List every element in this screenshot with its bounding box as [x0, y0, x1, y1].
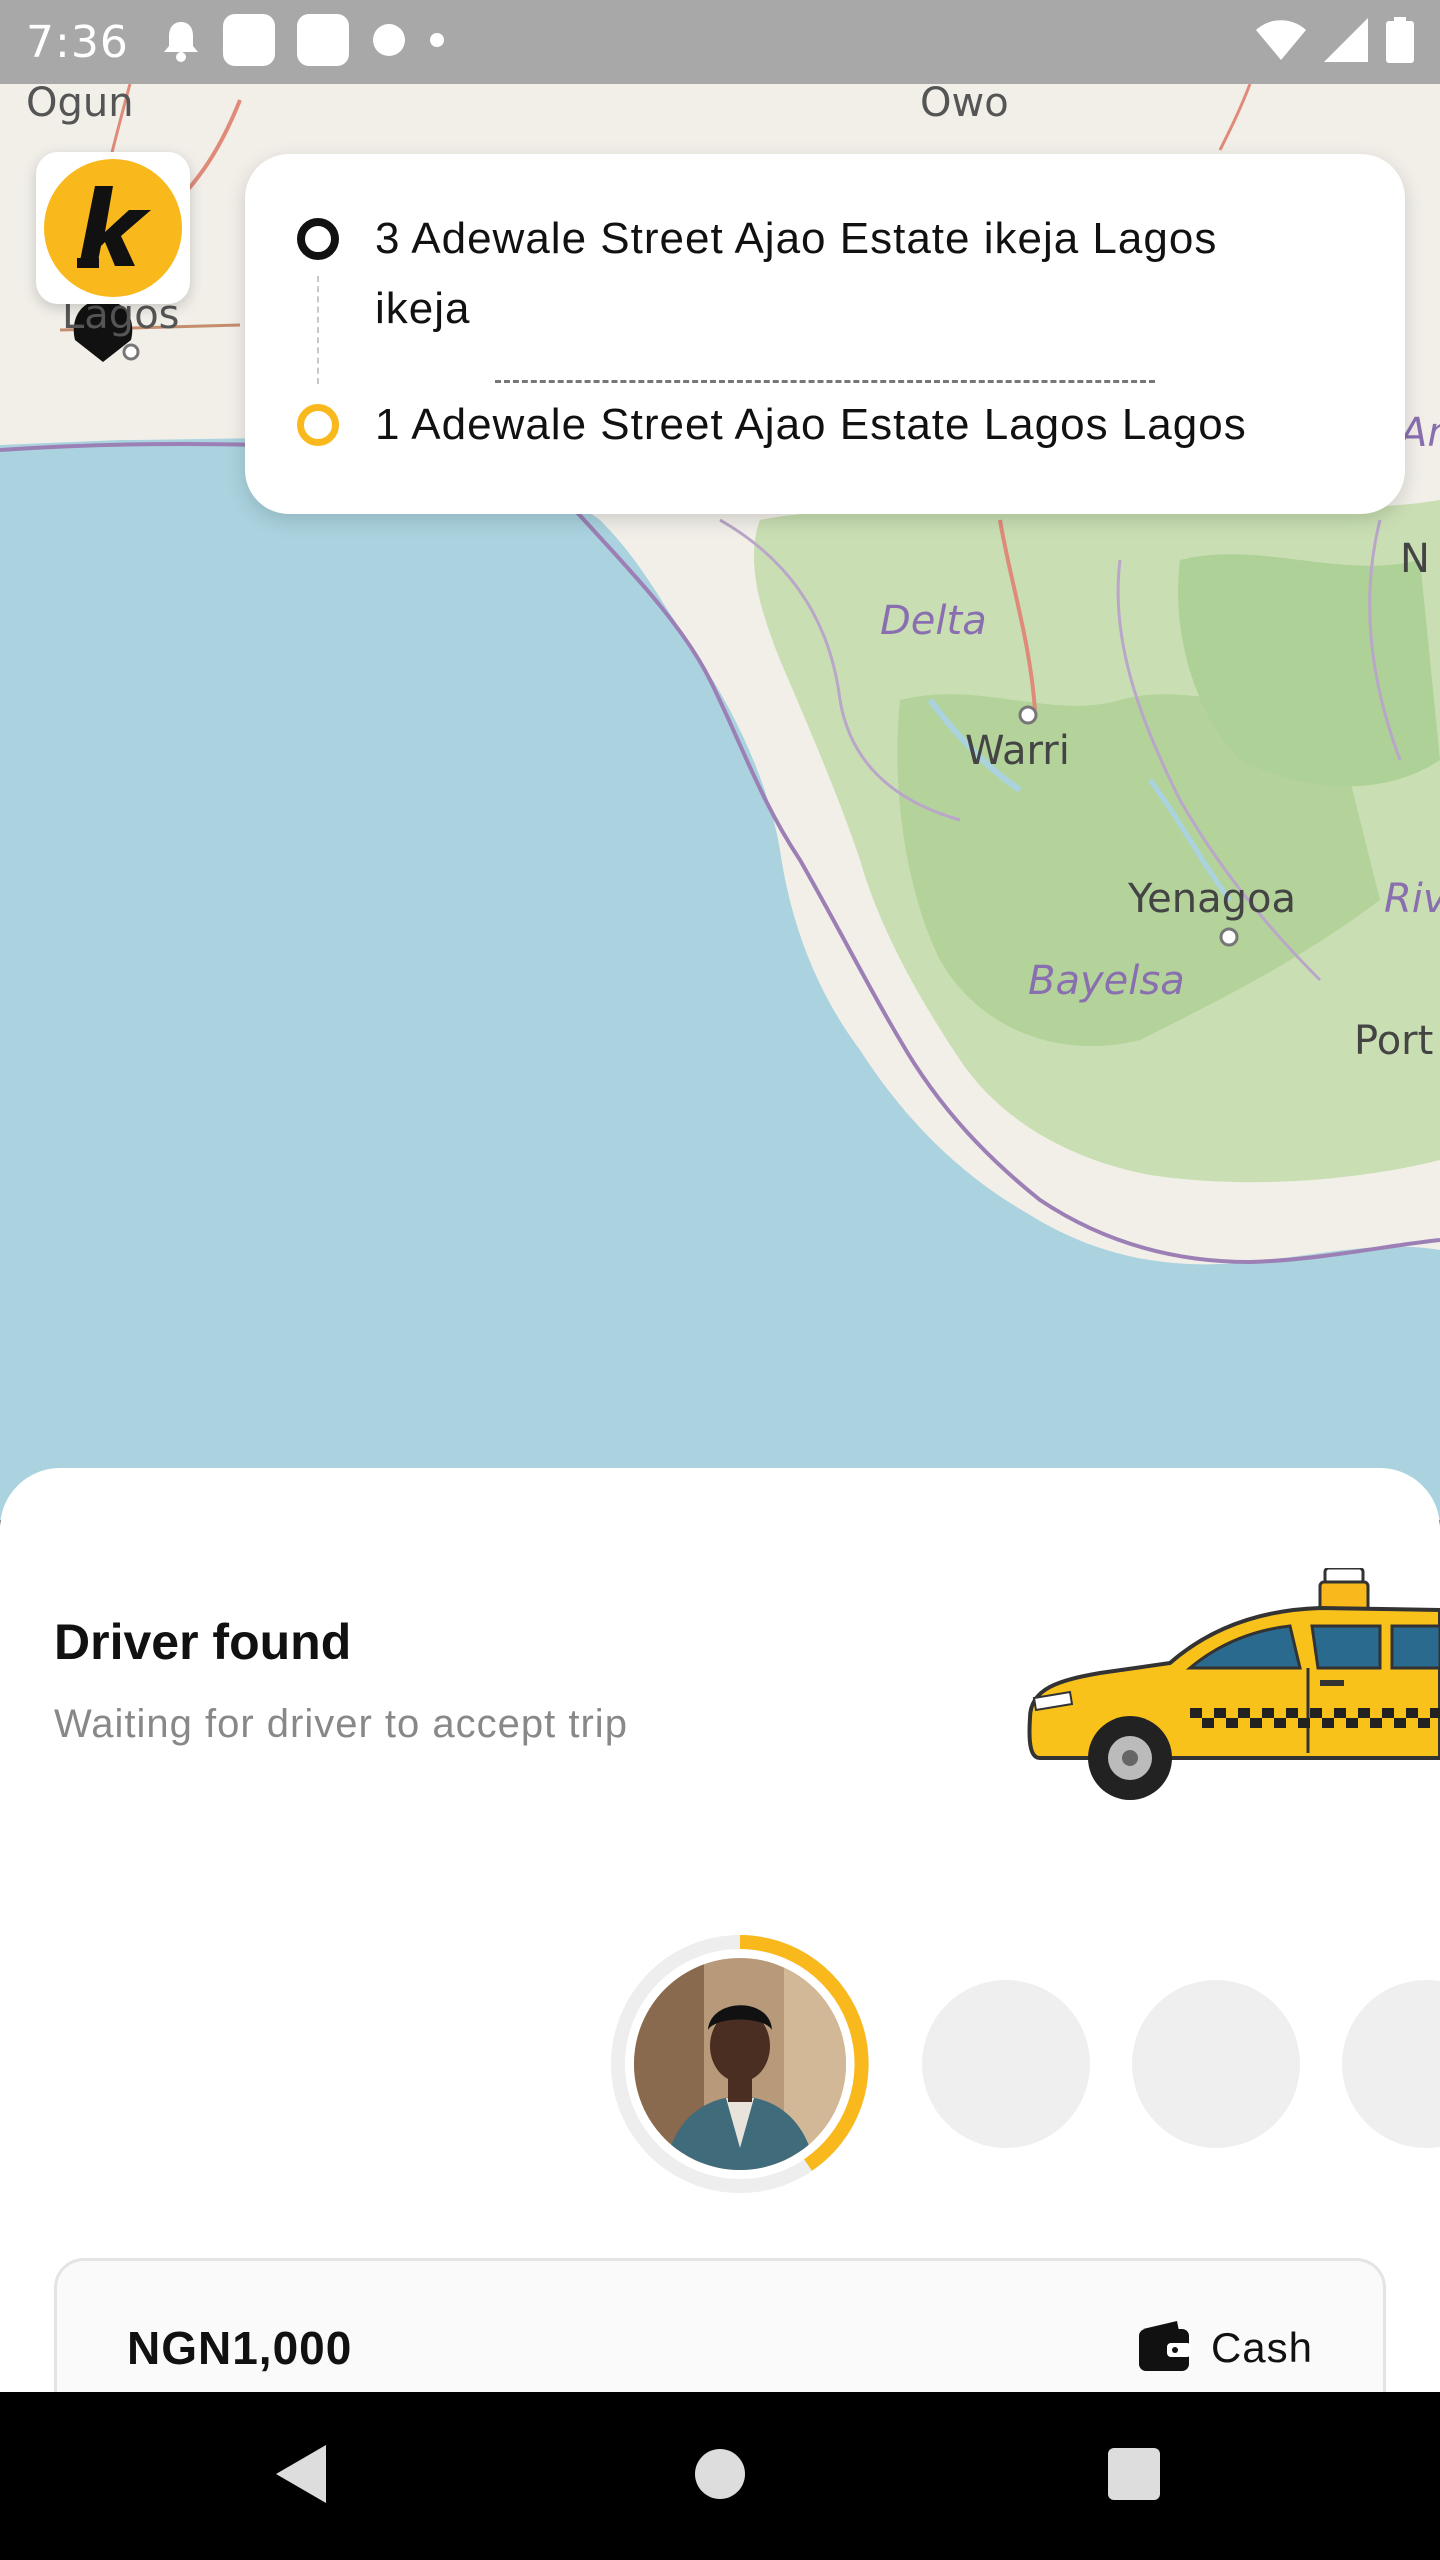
driver-photo — [634, 1958, 846, 2170]
taxi-illustration — [1020, 1566, 1440, 1822]
driver-avatar-placeholder — [1342, 1980, 1440, 2148]
map-label-delta: Delta — [880, 598, 987, 644]
status-time: 7:36 — [26, 16, 129, 68]
app-notification-icon — [222, 14, 275, 70]
battery-icon — [1386, 17, 1414, 67]
system-navigation-bar — [0, 2392, 1440, 2560]
map-label-owo: Owo — [920, 80, 1009, 126]
map-label-port: Port — [1354, 1018, 1434, 1064]
wifi-icon — [1256, 20, 1306, 64]
map-label-an: An — [1400, 410, 1440, 456]
home-circle-icon — [695, 2449, 745, 2499]
route-connector — [317, 276, 319, 384]
wallet-icon — [1137, 2319, 1193, 2377]
map-label-ogun: Ogun — [26, 80, 134, 126]
app-notification-icon-2 — [296, 14, 349, 70]
notification-bell-icon — [161, 18, 201, 66]
nav-back-button[interactable] — [272, 2443, 328, 2509]
payment-method-label: Cash — [1210, 2324, 1313, 2371]
recents-square-icon — [1108, 2448, 1160, 2500]
map-label-yenagoa: Yenagoa — [1128, 876, 1296, 922]
more-notifications-dot-icon — [429, 32, 445, 52]
map-label-rivers: Riv — [1384, 876, 1440, 922]
status-bar: 7:36 — [0, 0, 1440, 84]
destination-address[interactable]: 1 Adewale Street Ajao Estate Lagos Lagos — [375, 390, 1355, 460]
fare-card[interactable]: NGN1,000 Cash — [54, 2258, 1386, 2392]
driver-avatar-placeholder — [1132, 1980, 1300, 2148]
sheet-title: Driver found — [54, 1614, 352, 1670]
map-label-bayelsa: Bayelsa — [1028, 958, 1185, 1004]
record-dot-icon — [371, 22, 407, 62]
map-label-n: N — [1400, 536, 1430, 582]
nav-recents-button[interactable] — [1107, 2447, 1161, 2505]
sheet-subtitle: Waiting for driver to accept trip — [54, 1702, 628, 1746]
trip-address-card[interactable]: 3 Adewale Street Ajao Estate ikeja Lagos… — [245, 154, 1405, 514]
driver-avatar-active[interactable] — [608, 1932, 872, 2196]
k-brand-logo-icon — [44, 159, 182, 297]
pickup-circle-icon — [297, 218, 339, 260]
back-triangle-icon — [276, 2445, 326, 2503]
pickup-address[interactable]: 3 Adewale Street Ajao Estate ikeja Lagos… — [375, 204, 1325, 344]
driver-status-sheet[interactable]: Driver found Waiting for driver to accep… — [0, 1468, 1440, 2392]
fare-amount: NGN1,000 — [127, 2322, 353, 2374]
payment-method-button[interactable]: Cash — [1137, 2319, 1313, 2377]
nav-home-button[interactable] — [694, 2448, 746, 2504]
address-divider — [495, 380, 1155, 383]
app-logo-button[interactable] — [36, 152, 190, 304]
destination-circle-icon — [297, 404, 339, 446]
cell-signal-icon — [1324, 18, 1368, 66]
driver-avatar-placeholder — [922, 1980, 1090, 2148]
map-label-warri: Warri — [965, 728, 1070, 774]
